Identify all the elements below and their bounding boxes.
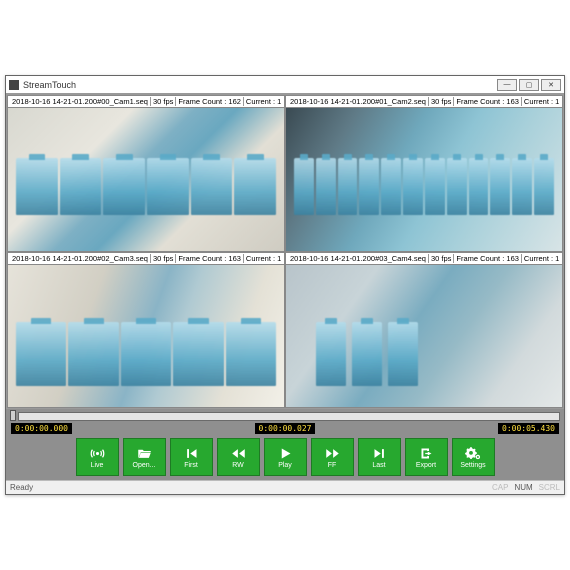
skip-first-icon — [183, 446, 200, 461]
open-button[interactable]: Open... — [123, 438, 166, 476]
status-text: Ready — [10, 483, 33, 492]
live-button[interactable]: Live — [76, 438, 119, 476]
cam-frames: Frame Count : 163 — [454, 254, 522, 263]
cam-fps: 30 fps — [151, 97, 176, 106]
cam-fps: 30 fps — [429, 254, 454, 263]
open-label: Open... — [133, 462, 156, 469]
app-window: StreamTouch — ▢ ✕ 2018-10-16 14-21-01.20… — [5, 75, 565, 495]
camera-panel-4[interactable]: 2018-10-16 14-21-01.200#03_Cam4.seq 30 f… — [285, 252, 563, 409]
title-bar[interactable]: StreamTouch — ▢ ✕ — [6, 76, 564, 94]
settings-button[interactable]: Settings — [452, 438, 495, 476]
close-icon: ✕ — [548, 81, 554, 89]
cam-file: 2018-10-16 14-21-01.200#03_Cam4.seq — [288, 254, 429, 263]
rw-label: RW — [232, 462, 244, 469]
window-title: StreamTouch — [23, 80, 495, 90]
camera-feed-4 — [286, 265, 562, 408]
camera-panel-1[interactable]: 2018-10-16 14-21-01.200#00_Cam1.seq 30 f… — [7, 95, 285, 252]
cam-frames: Frame Count : 162 — [176, 97, 244, 106]
time-row: 0:00:00.000 0:00:00.027 0:00:05.430 — [10, 423, 560, 434]
first-button[interactable]: First — [170, 438, 213, 476]
broadcast-icon — [89, 446, 106, 461]
gears-icon — [465, 446, 482, 461]
play-label: Play — [278, 462, 292, 469]
status-bar: Ready CAP NUM SCRL — [6, 480, 564, 494]
play-icon — [277, 446, 294, 461]
export-label: Export — [416, 462, 436, 469]
minimize-button[interactable]: — — [497, 79, 517, 91]
camera-info-3: 2018-10-16 14-21-01.200#02_Cam3.seq 30 f… — [8, 253, 284, 265]
play-button[interactable]: Play — [264, 438, 307, 476]
maximize-icon: ▢ — [526, 81, 533, 89]
control-bar: 0:00:00.000 0:00:00.027 0:00:05.430 Live… — [6, 409, 564, 480]
cam-fps: 30 fps — [429, 97, 454, 106]
cam-frames: Frame Count : 163 — [176, 254, 244, 263]
folder-open-icon — [136, 446, 153, 461]
first-label: First — [184, 462, 198, 469]
camera-grid: 2018-10-16 14-21-01.200#00_Cam1.seq 30 f… — [6, 94, 564, 409]
camera-info-2: 2018-10-16 14-21-01.200#01_Cam2.seq 30 f… — [286, 96, 562, 108]
scrl-indicator: SCRL — [539, 483, 560, 492]
maximize-button[interactable]: ▢ — [519, 79, 539, 91]
cam-frames: Frame Count : 163 — [454, 97, 522, 106]
camera-feed-3 — [8, 265, 284, 408]
last-label: Last — [372, 462, 385, 469]
camera-panel-3[interactable]: 2018-10-16 14-21-01.200#02_Cam3.seq 30 f… — [7, 252, 285, 409]
camera-feed-2 — [286, 108, 562, 251]
camera-info-1: 2018-10-16 14-21-01.200#00_Cam1.seq 30 f… — [8, 96, 284, 108]
num-indicator: NUM — [514, 483, 532, 492]
cam-file: 2018-10-16 14-21-01.200#00_Cam1.seq — [10, 97, 151, 106]
scrubber-row — [10, 412, 560, 421]
cam-fps: 30 fps — [151, 254, 176, 263]
cam-current: Current : 1 — [244, 97, 283, 106]
cam-current: Current : 1 — [522, 254, 561, 263]
cam-file: 2018-10-16 14-21-01.200#01_Cam2.seq — [288, 97, 429, 106]
live-label: Live — [91, 462, 104, 469]
toolbar: Live Open... First RW Play FF — [10, 436, 560, 479]
time-start: 0:00:00.000 — [11, 423, 72, 434]
settings-label: Settings — [460, 462, 485, 469]
minimize-icon: — — [504, 81, 511, 88]
ff-label: FF — [328, 462, 337, 469]
rewind-button[interactable]: RW — [217, 438, 260, 476]
cam-current: Current : 1 — [244, 254, 283, 263]
cam-file: 2018-10-16 14-21-01.200#02_Cam3.seq — [10, 254, 151, 263]
forward-button[interactable]: FF — [311, 438, 354, 476]
scrubber-thumb[interactable] — [10, 410, 16, 421]
camera-info-4: 2018-10-16 14-21-01.200#03_Cam4.seq 30 f… — [286, 253, 562, 265]
time-current: 0:00:00.027 — [255, 423, 316, 434]
skip-last-icon — [371, 446, 388, 461]
app-icon — [9, 80, 19, 90]
export-button[interactable]: Export — [405, 438, 448, 476]
export-icon — [418, 446, 435, 461]
scrubber-track[interactable] — [18, 412, 560, 421]
camera-panel-2[interactable]: 2018-10-16 14-21-01.200#01_Cam2.seq 30 f… — [285, 95, 563, 252]
camera-feed-1 — [8, 108, 284, 251]
fast-forward-icon — [324, 446, 341, 461]
last-button[interactable]: Last — [358, 438, 401, 476]
cap-indicator: CAP — [492, 483, 508, 492]
rewind-icon — [230, 446, 247, 461]
cam-current: Current : 1 — [522, 97, 561, 106]
close-button[interactable]: ✕ — [541, 79, 561, 91]
time-end: 0:00:05.430 — [498, 423, 559, 434]
